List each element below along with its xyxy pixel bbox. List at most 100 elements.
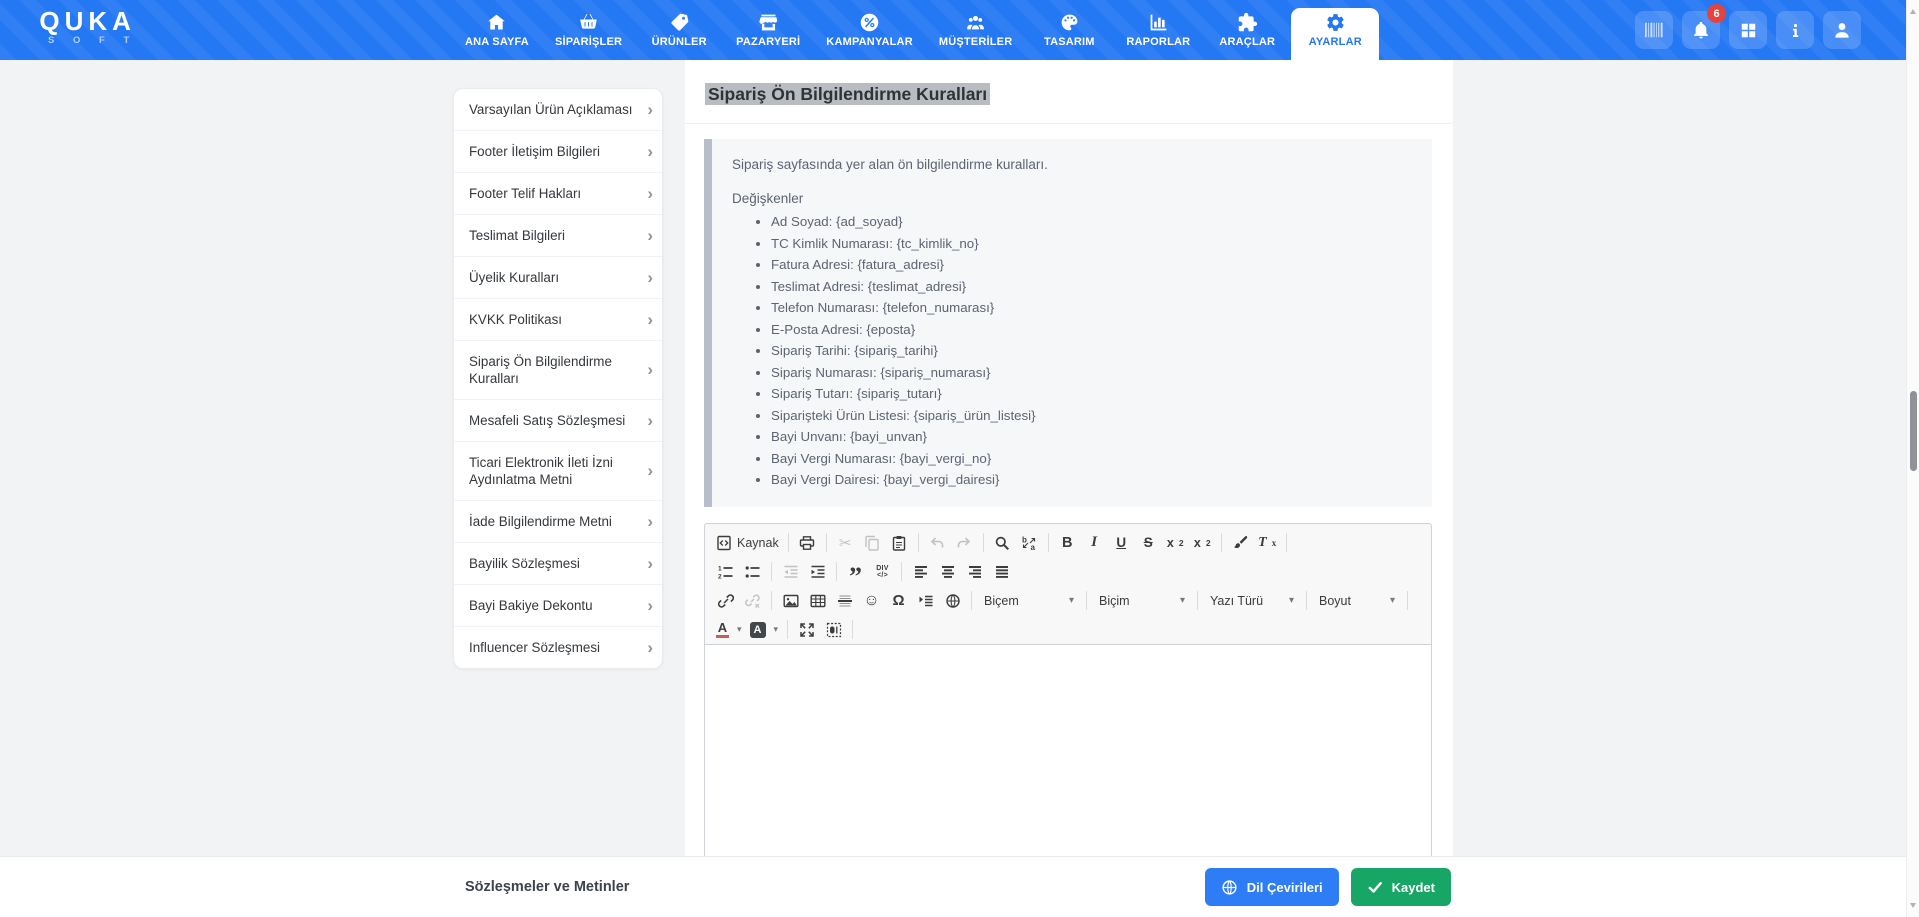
find-button[interactable] <box>990 530 1015 555</box>
cut-button: ✂ <box>838 534 852 552</box>
insert-image-button[interactable] <box>778 588 803 613</box>
toolbar-separator <box>917 533 919 552</box>
search-icon <box>995 536 1010 550</box>
source-button[interactable]: Kaynak <box>713 530 782 555</box>
sidebar-item-footer-iletisim[interactable]: Footer İletişim Bilgileri › <box>454 131 662 173</box>
link-button[interactable] <box>713 588 738 613</box>
barcode-button[interactable] <box>1635 11 1673 49</box>
iframe-button[interactable] <box>940 588 965 613</box>
superscript-button[interactable]: x2 <box>1190 530 1215 555</box>
format-dropdown[interactable]: Biçim ▾ <box>1092 588 1192 613</box>
brand-logo[interactable]: QUKA S O F T <box>38 7 137 46</box>
save-button[interactable]: Kaydet <box>1350 868 1451 906</box>
page-break-button[interactable] <box>913 588 938 613</box>
nav-musteriler[interactable]: MÜŞTERİLER <box>926 0 1026 60</box>
svg-text:b: b <box>1022 535 1027 544</box>
sidebar-item-ticari-elektronik[interactable]: Ticari Elektronik İleti İzni Aydınlatma … <box>454 442 662 501</box>
nav-raporlar[interactable]: RAPORLAR <box>1113 0 1203 60</box>
profile-button[interactable] <box>1823 11 1861 49</box>
ordered-list-button[interactable]: 12 <box>713 559 738 584</box>
nav-kampanyalar[interactable]: KAMPANYALAR <box>813 0 926 60</box>
background-color-button[interactable]: A ▾ <box>747 617 782 642</box>
scrollbar-thumb[interactable] <box>1909 391 1917 471</box>
variable-item: Fatura Adresi: {fatura_adresi} <box>771 254 1412 276</box>
scroll-up-icon[interactable] <box>1910 6 1916 14</box>
special-char-button[interactable]: Ω <box>886 588 911 613</box>
tag-icon <box>671 13 688 31</box>
nav-araclar[interactable]: ARAÇLAR <box>1203 0 1291 60</box>
sidebar-item-mesafeli-satis[interactable]: Mesafeli Satış Sözleşmesi › <box>454 400 662 442</box>
sidebar-item-varsayilan-urun[interactable]: Varsayılan Ürün Açıklaması › <box>454 89 662 131</box>
horizontal-rule-button[interactable] <box>832 588 857 613</box>
page-scrollbar[interactable] <box>1906 0 1919 917</box>
size-dropdown[interactable]: Boyut ▾ <box>1312 588 1402 613</box>
bulleted-list-button[interactable] <box>740 559 765 584</box>
div-container-button[interactable]: DIV </> <box>870 559 895 584</box>
nav-ana-sayfa[interactable]: ANA SAYFA <box>452 0 542 60</box>
nav-tasarim[interactable]: TASARIM <box>1025 0 1113 60</box>
align-right-button[interactable] <box>962 559 987 584</box>
nav-siparisler[interactable]: SİPARİŞLER <box>542 0 635 60</box>
align-left-button[interactable] <box>908 559 933 584</box>
notifications-button[interactable]: 6 <box>1682 4 1726 49</box>
copy-formatting-button[interactable] <box>1228 530 1253 555</box>
source-icon <box>717 535 731 550</box>
brand-subtitle: S O F T <box>48 35 138 46</box>
toolbar-separator <box>1407 591 1408 610</box>
styles-dropdown[interactable]: Biçem ▾ <box>977 588 1081 613</box>
italic-button[interactable]: I <box>1082 530 1107 555</box>
underline-button[interactable]: U <box>1109 530 1134 555</box>
nav-urunler[interactable]: ÜRÜNLER <box>635 0 723 60</box>
text-color-button[interactable]: A ▾ <box>713 617 745 642</box>
sidebar-item-influencer[interactable]: Influencer Sözleşmesi › <box>454 627 662 668</box>
strikethrough-button[interactable]: S <box>1136 530 1161 555</box>
smiley-button[interactable]: ☺ <box>859 588 884 613</box>
align-center-button[interactable] <box>935 559 960 584</box>
align-right-icon <box>968 565 981 578</box>
toolbar-separator <box>1285 533 1287 552</box>
sidebar-item-bayilik[interactable]: Bayilik Sözleşmesi › <box>454 543 662 585</box>
insert-table-button[interactable] <box>805 588 830 613</box>
font-dropdown[interactable]: Yazı Türü ▾ <box>1203 588 1301 613</box>
caret-down-icon: ▾ <box>1068 595 1074 606</box>
sidebar-item-kvkk[interactable]: KVKK Politikası › <box>454 299 662 341</box>
editor-toolbar-row-1: Kaynak ✂ b a B I U S x 2 x 2 T x <box>705 524 1431 557</box>
sidebar-item-siparis-on-bilgilendirme[interactable]: Sipariş Ön Bilgilendirme Kuralları › <box>454 341 662 400</box>
blockquote-button[interactable]: ” <box>843 559 868 589</box>
replace-button[interactable]: ba <box>1017 530 1042 555</box>
editor-content[interactable] <box>705 644 1431 857</box>
remove-format-button[interactable]: Tx <box>1255 530 1280 555</box>
sidebar-item-bayi-bakiye[interactable]: Bayi Bakiye Dekontu › <box>454 585 662 627</box>
toolbar-separator <box>901 562 902 581</box>
notification-badge: 6 <box>1707 4 1726 23</box>
nav-ayarlar[interactable]: AYARLAR <box>1291 0 1380 60</box>
align-justify-button[interactable] <box>989 559 1014 584</box>
print-button[interactable] <box>795 530 820 555</box>
toolbar-separator <box>825 533 827 552</box>
print-icon <box>800 535 815 550</box>
sidebar-item-uyelik[interactable]: Üyelik Kuralları › <box>454 257 662 299</box>
toolbar-separator <box>771 562 772 581</box>
background-color-icon: A <box>749 621 766 638</box>
svg-text:2: 2 <box>718 573 722 580</box>
bold-button[interactable]: B <box>1055 530 1080 555</box>
increase-indent-button[interactable] <box>805 559 830 584</box>
nav-pazaryeri[interactable]: PAZARYERİ <box>723 0 813 60</box>
apps-grid-button[interactable] <box>1729 11 1767 49</box>
paste-button[interactable] <box>887 530 912 555</box>
info-button[interactable] <box>1776 11 1814 49</box>
store-icon <box>759 14 777 31</box>
unlink-button <box>740 588 765 613</box>
scroll-down-icon[interactable] <box>1910 903 1916 911</box>
page-break-icon <box>919 595 932 606</box>
language-translations-button[interactable]: Dil Çevirileri <box>1204 868 1339 906</box>
align-left-icon <box>914 565 927 578</box>
show-blocks-button[interactable] <box>821 617 846 642</box>
redo-button <box>952 530 977 555</box>
sidebar-item-teslimat[interactable]: Teslimat Bilgileri › <box>454 215 662 257</box>
maximize-button[interactable] <box>794 617 819 642</box>
sidebar-item-footer-telif[interactable]: Footer Telif Hakları › <box>454 173 662 215</box>
subscript-button[interactable]: x2 <box>1163 530 1188 555</box>
brush-icon <box>1234 535 1248 548</box>
sidebar-item-iade[interactable]: İade Bilgilendirme Metni › <box>454 501 662 543</box>
